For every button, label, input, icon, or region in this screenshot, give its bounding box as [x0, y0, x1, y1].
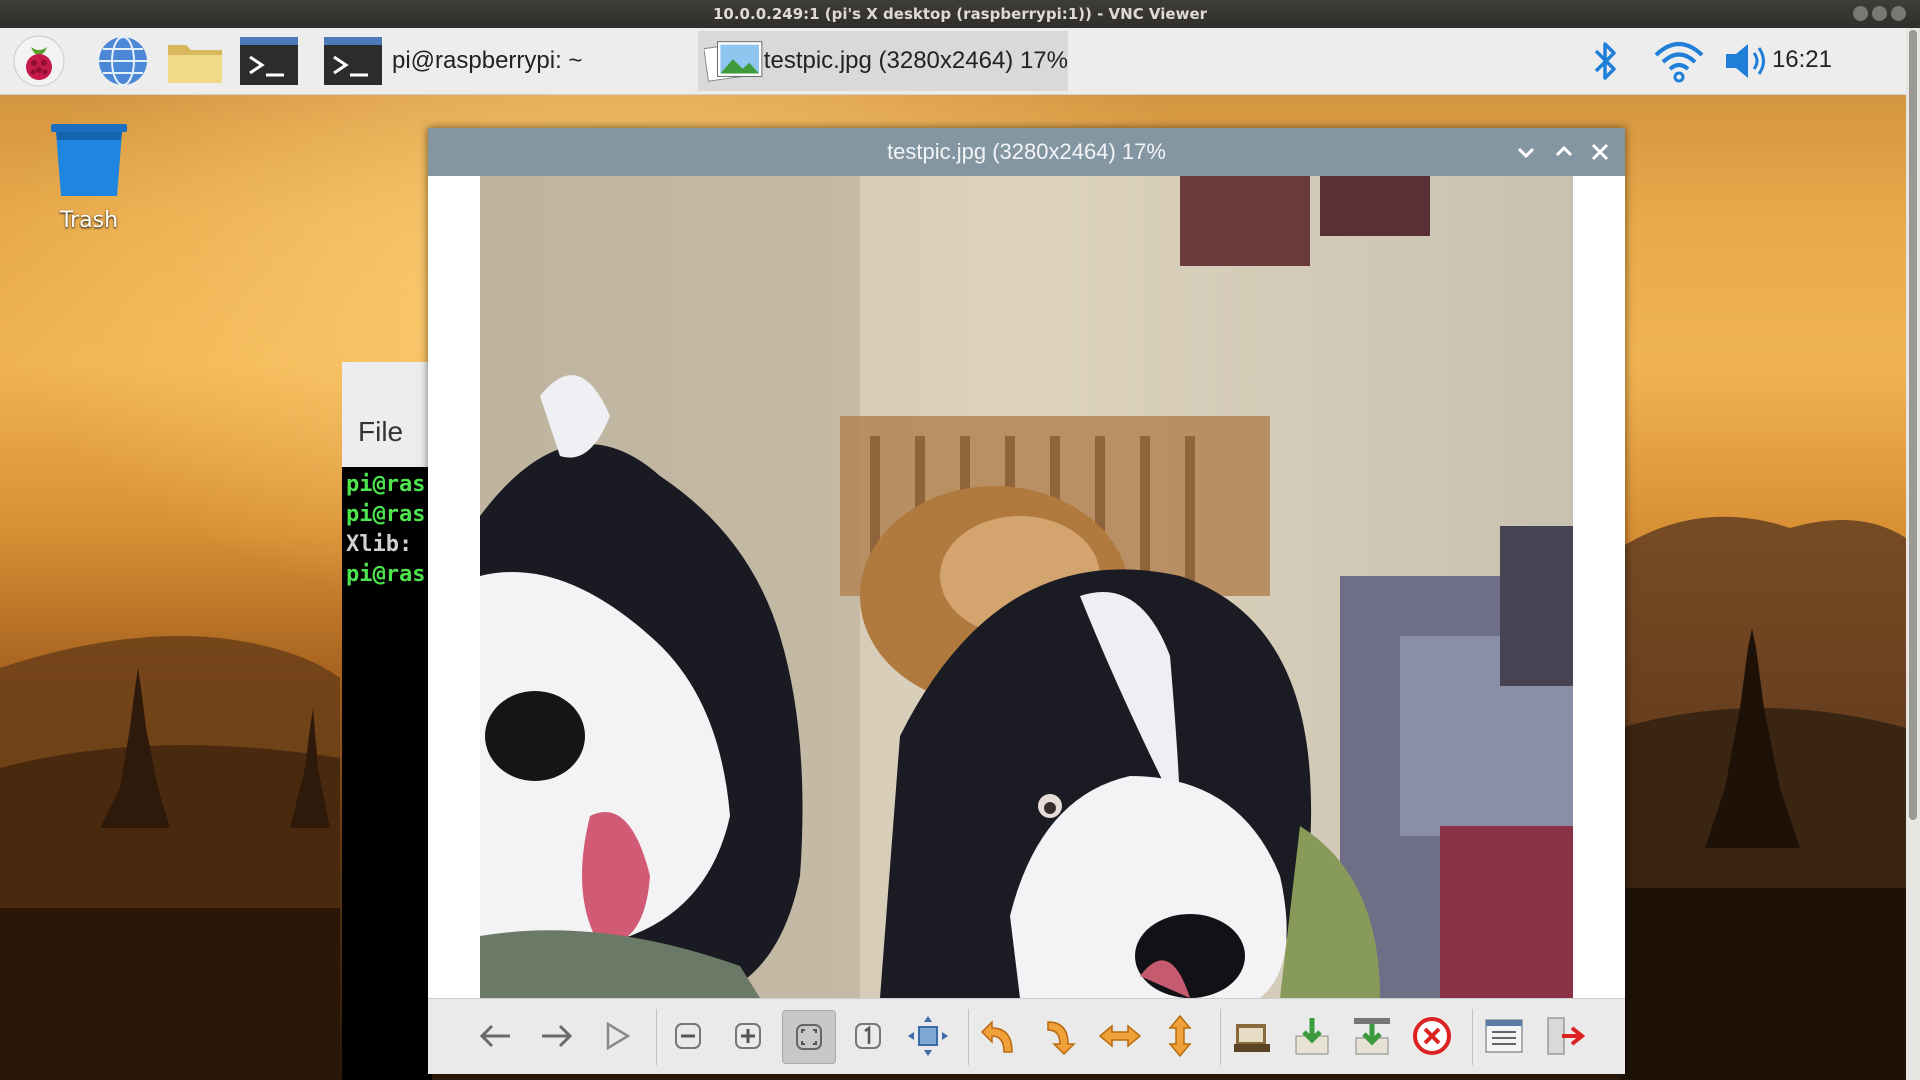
task-terminal[interactable]: pi@raspberrypi: ~ — [322, 31, 694, 91]
displayed-photo — [480, 176, 1573, 998]
open-file-icon — [1234, 1024, 1270, 1052]
task-label: pi@raspberrypi: ~ — [392, 47, 583, 74]
slideshow-button[interactable] — [590, 1010, 642, 1062]
rotate-right-icon — [1047, 1021, 1076, 1056]
open-file-button[interactable] — [1226, 1010, 1278, 1062]
flip-vertical-button[interactable] — [1154, 1010, 1206, 1062]
original-size-icon — [855, 1023, 881, 1049]
terminal-line: pi@ras — [346, 472, 426, 497]
save-as-button[interactable] — [1346, 1010, 1398, 1062]
fit-to-window-icon — [796, 1024, 822, 1050]
trash-icon — [51, 124, 127, 196]
fullscreen-icon — [908, 1016, 948, 1056]
web-browser-launcher[interactable] — [94, 35, 152, 87]
previous-button[interactable] — [470, 1010, 522, 1062]
preferences-button[interactable] — [1478, 1010, 1530, 1062]
vnc-close-button[interactable] — [1891, 6, 1906, 21]
vnc-window-controls — [1853, 6, 1906, 21]
zoom-out-icon — [675, 1023, 701, 1049]
terminal-line: Xlib: — [346, 532, 413, 557]
delete-icon — [1413, 1017, 1451, 1055]
bluetooth-icon[interactable] — [1588, 37, 1624, 85]
file-manager-launcher[interactable] — [166, 35, 224, 87]
trash-label: Trash — [59, 208, 119, 233]
terminal-menubar: File — [342, 362, 432, 467]
fit-to-window-button[interactable] — [782, 1010, 836, 1064]
preferences-icon — [1485, 1019, 1523, 1053]
rotate-left-button[interactable] — [974, 1010, 1026, 1062]
zoom-in-icon — [735, 1023, 761, 1049]
vnc-title: 10.0.0.249:1 (pi's X desktop (raspberryp… — [712, 5, 1208, 23]
raspberry-menu-button[interactable] — [10, 35, 68, 87]
quit-icon — [1547, 1017, 1586, 1055]
slideshow-icon — [606, 1021, 631, 1051]
viewer-title: testpic.jpg (3280x2464) 17% — [887, 139, 1166, 164]
web-browser-icon — [99, 36, 147, 86]
zoom-in-button[interactable] — [722, 1010, 774, 1062]
raspberry-menu-icon — [13, 35, 65, 87]
photo-content — [480, 176, 1573, 998]
volume-icon[interactable] — [1722, 37, 1774, 85]
terminal-launcher[interactable] — [240, 35, 298, 87]
flip-vertical-icon — [1168, 1014, 1192, 1058]
terminal-icon — [240, 37, 298, 85]
delete-button[interactable] — [1406, 1010, 1458, 1062]
terminal-line: pi@ras — [346, 502, 426, 527]
scrollbar-thumb[interactable] — [1909, 30, 1917, 820]
vnc-minimize-button[interactable] — [1853, 6, 1868, 21]
trash-desktop-icon[interactable]: Trash — [44, 122, 134, 233]
task-image-viewer[interactable]: testpic.jpg (3280x2464) 17% — [698, 31, 1068, 91]
minimize-icon[interactable] — [1514, 140, 1538, 164]
viewer-toolbar — [428, 998, 1625, 1074]
viewer-title-bar[interactable]: testpic.jpg (3280x2464) 17% — [428, 128, 1625, 176]
maximize-icon[interactable] — [1552, 140, 1576, 164]
save-button[interactable] — [1286, 1010, 1338, 1062]
image-viewer-window[interactable]: testpic.jpg (3280x2464) 17% — [428, 128, 1625, 1074]
fullscreen-button[interactable] — [902, 1010, 954, 1062]
save-icon — [1295, 1018, 1329, 1055]
terminal-line: pi@ras — [346, 562, 426, 587]
task-label: testpic.jpg (3280x2464) 17% — [763, 47, 1068, 74]
zoom-out-button[interactable] — [662, 1010, 714, 1062]
save-as-icon — [1354, 1018, 1390, 1055]
next-icon — [542, 1024, 573, 1048]
next-button[interactable] — [530, 1010, 582, 1062]
image-viewer-icon — [704, 41, 763, 82]
terminal-window[interactable]: File pi@ras pi@ras Xlib: pi@ras — [342, 362, 432, 1080]
clock[interactable]: 16:21 — [1772, 46, 1832, 74]
file-manager-icon — [168, 45, 222, 83]
vnc-vertical-scrollbar[interactable] — [1906, 28, 1920, 1080]
previous-icon — [479, 1024, 510, 1048]
rotate-right-button[interactable] — [1034, 1010, 1086, 1062]
vnc-maximize-button[interactable] — [1872, 6, 1887, 21]
taskbar-panel: pi@raspberrypi: ~ testpic.jpg (3280x2464… — [0, 28, 1906, 95]
vnc-title-bar: 10.0.0.249:1 (pi's X desktop (raspberryp… — [0, 0, 1920, 28]
terminal-menu-file[interactable]: File — [358, 416, 403, 448]
flip-horizontal-button[interactable] — [1094, 1010, 1146, 1062]
quit-button[interactable] — [1538, 1010, 1590, 1062]
flip-horizontal-icon — [1098, 1024, 1142, 1048]
rotate-left-icon — [980, 1020, 1013, 1053]
original-size-button[interactable] — [842, 1010, 894, 1062]
wifi-icon[interactable] — [1652, 37, 1706, 85]
terminal-icon — [324, 37, 382, 85]
close-icon[interactable] — [1588, 140, 1612, 164]
